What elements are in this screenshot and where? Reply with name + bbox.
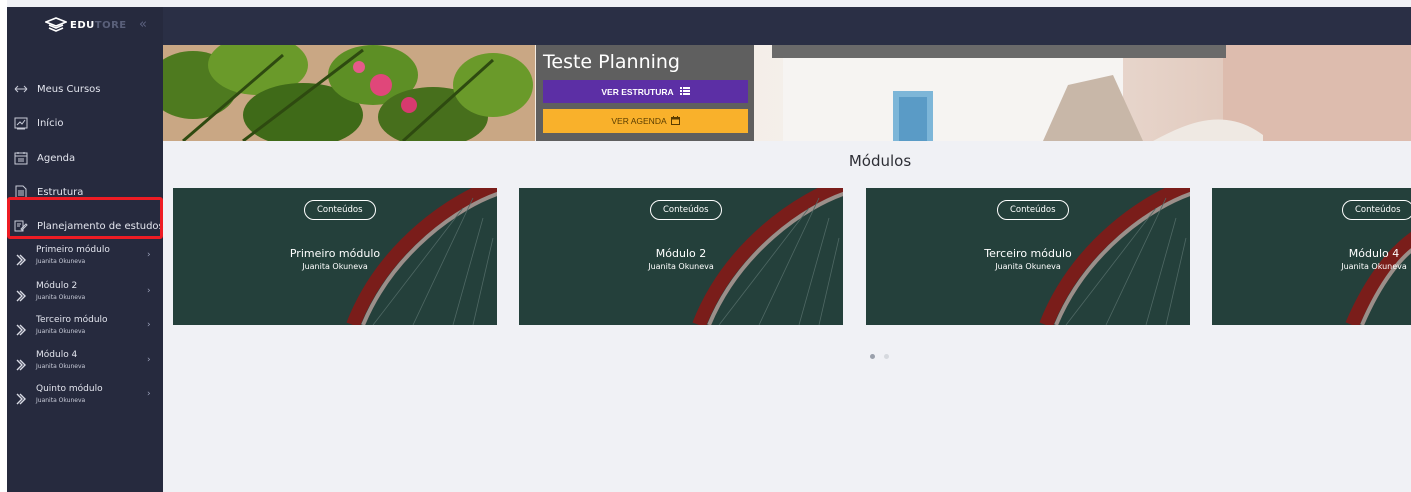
card-author: Juanita Okuneva — [1341, 262, 1407, 271]
sidebar-item-planejamento[interactable]: Planejamento de estudos — [7, 212, 164, 240]
module-title: Módulo 4 — [36, 350, 78, 360]
module-author: Juanita Okuneva — [36, 397, 86, 404]
sidebar-item-label: Início — [37, 117, 64, 129]
module-title: Quinto módulo — [36, 384, 103, 394]
sidebar-item-estrutura[interactable]: Estrutura — [7, 178, 163, 206]
card-author: Juanita Okuneva — [648, 262, 714, 271]
chart-icon — [14, 116, 28, 130]
course-title: Teste Planning — [543, 51, 680, 73]
chevron-right-icon: › — [147, 320, 151, 330]
window-edge — [0, 0, 7, 492]
sidebar: EDUTORE « Meus Cursos Início Agenda Estr… — [7, 7, 164, 492]
edit-document-icon — [14, 219, 28, 233]
sidebar-item-label: Planejamento de estudos — [37, 220, 164, 232]
sidebar-item-meus-cursos[interactable]: Meus Cursos — [7, 75, 163, 103]
double-chevron-right-icon — [16, 287, 26, 302]
carousel-dot-active[interactable] — [870, 354, 875, 359]
card-author: Juanita Okuneva — [302, 262, 368, 271]
sidebar-item-label: Agenda — [37, 152, 76, 164]
card-title: Módulo 2 — [655, 247, 707, 260]
conteudos-pill[interactable]: Conteúdos — [650, 200, 722, 220]
module-card[interactable]: Conteúdos Primeiro módulo Juanita Okunev… — [173, 188, 497, 325]
section-title: Módulos — [848, 152, 912, 170]
sidebar-item-label: Estrutura — [37, 186, 84, 198]
ver-agenda-label: VER AGENDA — [611, 116, 667, 126]
sidebar-item-agenda[interactable]: Agenda — [7, 144, 163, 172]
calendar-icon — [14, 151, 28, 165]
double-chevron-right-icon — [16, 251, 26, 266]
double-chevron-right-icon — [16, 356, 26, 371]
top-bar — [7, 7, 1411, 45]
conteudos-pill[interactable]: Conteúdos — [304, 200, 376, 220]
conteudos-pill[interactable]: Conteúdos — [1342, 200, 1411, 220]
chevron-right-icon: › — [147, 389, 151, 399]
sidebar-module-item[interactable]: Quinto módulo Juanita Okuneva › — [7, 381, 163, 415]
logo-text: EDUTORE — [70, 19, 127, 31]
document-icon — [14, 185, 28, 199]
course-banner — [163, 45, 1411, 141]
chevron-right-icon: › — [147, 355, 151, 365]
ver-estrutura-label: VER ESTRUTURA — [601, 86, 674, 97]
card-author: Juanita Okuneva — [995, 262, 1061, 271]
card-title: Primeiro módulo — [289, 247, 381, 260]
card-title: Terceiro módulo — [984, 247, 1072, 260]
double-chevron-right-icon — [16, 390, 26, 405]
ver-estrutura-button[interactable]: VER ESTRUTURA — [543, 80, 748, 103]
module-card[interactable]: Conteúdos Módulo 4 Juanita Okuneva — [1212, 188, 1411, 325]
module-card[interactable]: Conteúdos Terceiro módulo Juanita Okunev… — [866, 188, 1190, 325]
logo-icon — [43, 17, 69, 33]
sidebar-item-label: Meus Cursos — [37, 83, 101, 95]
module-title: Terceiro módulo — [36, 315, 108, 325]
carousel-dot[interactable] — [884, 354, 889, 359]
collapse-sidebar-icon[interactable]: « — [139, 17, 147, 32]
module-title: Primeiro módulo — [36, 245, 110, 255]
module-author: Juanita Okuneva — [36, 294, 86, 301]
progress-bar — [772, 45, 1226, 58]
banner-photo — [163, 45, 1411, 141]
module-title: Módulo 2 — [36, 281, 78, 291]
logo[interactable]: EDUTORE — [43, 13, 127, 37]
ver-agenda-button[interactable]: VER AGENDA — [543, 109, 748, 133]
sidebar-module-item[interactable]: Primeiro módulo Juanita Okuneva › — [7, 242, 163, 276]
module-author: Juanita Okuneva — [36, 258, 86, 265]
arrows-horizontal-icon — [14, 82, 28, 96]
module-author: Juanita Okuneva — [36, 328, 86, 335]
chevron-right-icon: › — [147, 250, 151, 260]
sidebar-module-item[interactable]: Módulo 4 Juanita Okuneva › — [7, 347, 163, 381]
sidebar-item-inicio[interactable]: Início — [7, 109, 163, 137]
sidebar-module-item[interactable]: Módulo 2 Juanita Okuneva › — [7, 278, 163, 312]
list-icon — [679, 86, 690, 97]
card-title: Módulo 4 — [1348, 247, 1400, 260]
module-card[interactable]: Conteúdos Módulo 2 Juanita Okuneva — [519, 188, 843, 325]
conteudos-pill[interactable]: Conteúdos — [997, 200, 1069, 220]
chevron-right-icon: › — [147, 286, 151, 296]
module-author: Juanita Okuneva — [36, 363, 86, 370]
sidebar-module-item[interactable]: Terceiro módulo Juanita Okuneva › — [7, 312, 163, 346]
calendar-icon — [670, 115, 680, 127]
double-chevron-right-icon — [16, 321, 26, 336]
